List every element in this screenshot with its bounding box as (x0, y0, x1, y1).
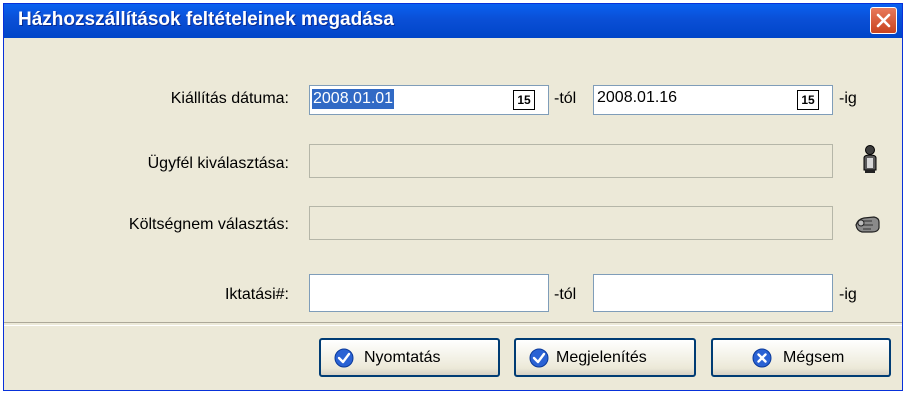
close-button[interactable] (870, 7, 897, 34)
cancel-button-label: Mégsem (783, 349, 845, 366)
filing-number-label: Iktatási#: (224, 286, 289, 303)
issue-date-to-value: 2008.01.16 (597, 89, 678, 106)
issue-date-label: Kiállítás dátuma: (170, 90, 289, 107)
cancel-button[interactable]: Mégsem (711, 338, 891, 377)
display-button[interactable]: Megjelenítés (514, 338, 696, 377)
filing-from-suffix: -tól (554, 286, 577, 303)
issue-date-from-value: 2008.01.01 (312, 89, 395, 109)
date-to-suffix: -ig (839, 90, 857, 107)
print-button[interactable]: Nyomtatás (319, 338, 500, 377)
filing-to-suffix: -ig (839, 286, 857, 303)
checkmark-icon (334, 348, 354, 368)
display-button-label: Megjelenítés (556, 349, 647, 366)
cost-center-field (309, 206, 833, 240)
client-label: Ügyfél kiválasztása: (147, 155, 289, 172)
conditions-dialog: Házhozszállítások feltételeinek megadása… (3, 3, 903, 391)
cost-center-label: Költségnem választás: (128, 216, 289, 233)
filing-number-from-field[interactable] (309, 274, 549, 312)
issue-date-to-field[interactable]: 2008.01.16 15 (593, 85, 833, 115)
issue-date-from-field[interactable]: 2008.01.01 15 (309, 85, 549, 115)
x-icon (752, 348, 772, 368)
hand-picker-icon[interactable] (854, 213, 882, 235)
person-picker-icon[interactable] (860, 144, 880, 176)
calendar-icon[interactable]: 15 (797, 90, 819, 110)
client-field (309, 144, 833, 178)
checkmark-icon (529, 348, 549, 368)
filing-number-to-input[interactable] (596, 278, 776, 300)
close-icon (876, 13, 891, 28)
print-button-label: Nyomtatás (364, 349, 441, 366)
filing-number-to-field[interactable] (593, 274, 833, 312)
calendar-icon[interactable]: 15 (513, 90, 535, 110)
date-from-suffix: -tól (554, 90, 577, 107)
button-separator (4, 322, 902, 326)
title-bar[interactable]: Házhozszállítások feltételeinek megadása (4, 4, 902, 38)
filing-number-from-input[interactable] (312, 278, 492, 300)
dialog-title: Házhozszállítások feltételeinek megadása (18, 9, 394, 30)
